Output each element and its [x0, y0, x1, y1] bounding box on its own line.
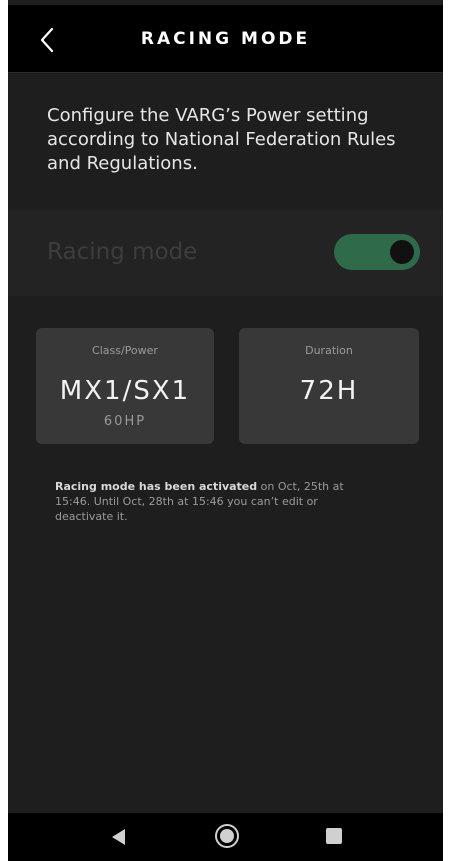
activation-info-bold: Racing mode has been activated	[55, 480, 258, 493]
racing-mode-row: Racing mode	[8, 210, 443, 296]
class-power-value: MX1/SX1	[59, 376, 191, 406]
page-title: RACING MODE	[140, 29, 311, 49]
duration-label: Duration	[305, 344, 353, 357]
racing-mode-toggle[interactable]	[334, 234, 420, 270]
duration-value: 72H	[299, 376, 359, 406]
triangle-back-icon[interactable]	[112, 829, 125, 845]
class-power-label: Class/Power	[92, 344, 158, 357]
racing-mode-label: Racing mode	[47, 239, 198, 265]
home-dot	[220, 829, 234, 843]
circle-home-icon[interactable]	[215, 824, 239, 848]
class-power-card: Class/Power MX1/SX1 60HP	[36, 328, 214, 444]
class-power-sub: 60HP	[103, 414, 147, 429]
app-screen: RACING MODE Configure the VARG’s Power s…	[8, 0, 443, 861]
top-bar: RACING MODE	[8, 5, 443, 73]
duration-card: Duration 72H	[239, 328, 419, 444]
activation-info: Racing mode has been activated on Oct, 2…	[55, 479, 375, 524]
intro-text: Configure the VARG’s Power setting accor…	[47, 105, 396, 174]
toggle-knob	[390, 240, 414, 264]
system-nav-bar	[8, 813, 443, 861]
square-recents-icon[interactable]	[326, 828, 342, 844]
